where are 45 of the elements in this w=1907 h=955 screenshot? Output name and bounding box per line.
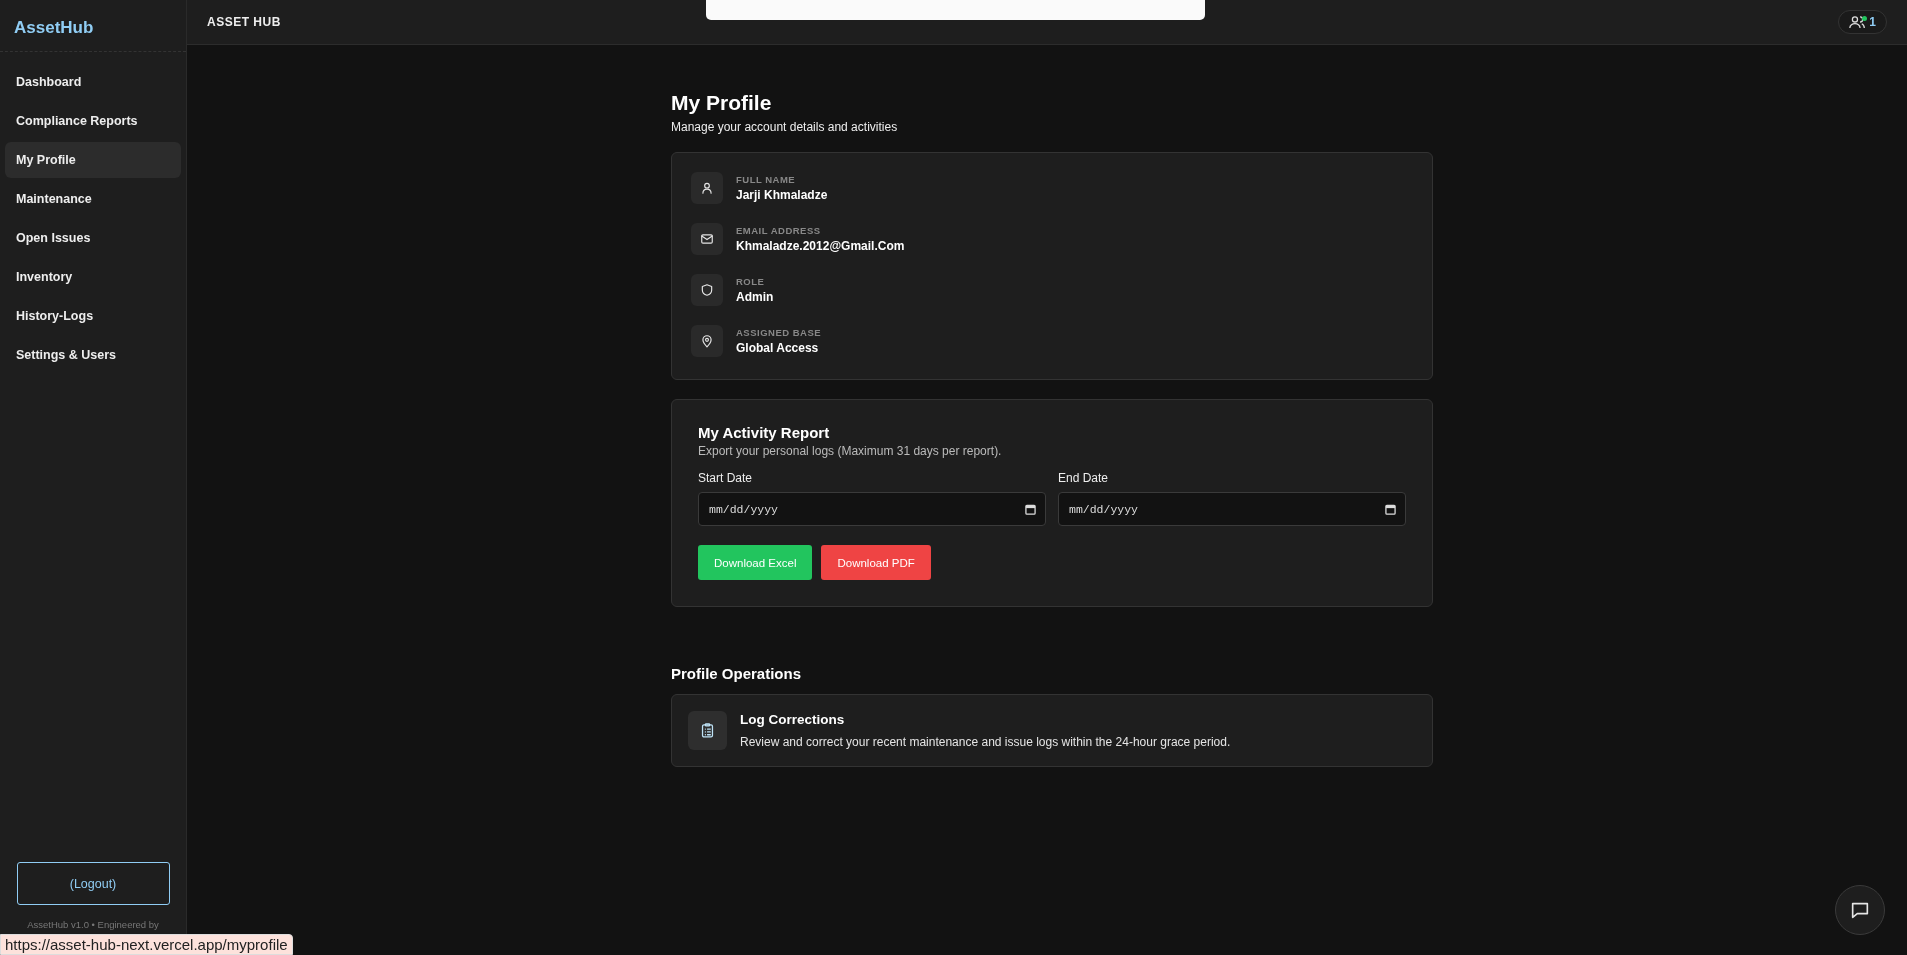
date-field[interactable]: mm/dd/yyyy	[1058, 492, 1406, 526]
operation-card[interactable]: Log Corrections Review and correct your recent maintenance and issue logs within the 24-hour grace period.	[671, 694, 1433, 767]
section-title: Profile Operations	[671, 665, 803, 682]
field-label: Start Date	[698, 471, 754, 485]
logout-button[interactable]: (Logout)	[16, 862, 170, 905]
sidebar-item[interactable]: History-Logs	[5, 298, 181, 334]
field-label: End Date	[1058, 471, 1110, 485]
field-value: Global Access	[736, 341, 820, 355]
footer-text: AssetHub v1.0 • Engineered by	[27, 919, 159, 932]
section-subtitle: Export your personal logs (Maximum 31 days per report).	[698, 444, 1003, 458]
app-logo[interactable]: AssetHub	[0, 0, 186, 52]
shield-icon	[691, 274, 723, 306]
calendar-icon	[1385, 504, 1396, 515]
operation-title: Log Corrections	[740, 712, 846, 727]
online-dot	[1862, 16, 1868, 21]
online-users-button[interactable]: 1	[1838, 10, 1887, 34]
sidebar-item[interactable]: Settings & Users	[5, 337, 181, 373]
link-url-tooltip: https://asset-hub-next.vercel.app/myprofile	[0, 934, 293, 955]
field-value: Khmaladze.2012@Gmail.Com	[736, 239, 905, 253]
location-pin-icon	[691, 325, 723, 357]
sidebar-item[interactable]: Dashboard	[5, 64, 181, 100]
header-title: ASSET HUB	[207, 15, 281, 29]
sidebar-item[interactable]: Inventory	[5, 259, 181, 295]
sidebar-item[interactable]: My Profile	[5, 142, 181, 178]
calendar-icon	[1025, 504, 1036, 515]
date-field[interactable]: mm/dd/yyyy	[698, 492, 1046, 526]
sidebar-item[interactable]: Open Issues	[5, 220, 181, 256]
field-label: FULL NAME	[736, 174, 797, 185]
page-subtitle: Manage your account details and activities	[671, 120, 899, 134]
field-value: Admin	[736, 290, 774, 304]
field-label: ROLE	[736, 276, 766, 287]
download-button[interactable]: Download PDF	[821, 545, 931, 580]
chat-button[interactable]	[1835, 885, 1885, 935]
clipboard-icon	[688, 711, 727, 750]
field-label: ASSIGNED BASE	[736, 327, 822, 338]
person-icon	[691, 172, 723, 204]
mail-icon	[691, 223, 723, 255]
operation-description: Review and correct your recent maintenance and issue logs within the 24-hour grace period.	[740, 735, 1231, 749]
users-icon	[1849, 15, 1867, 29]
section-title: My Activity Report	[698, 424, 831, 441]
sidebar-item[interactable]: Maintenance	[5, 181, 181, 217]
page-title: My Profile	[671, 91, 773, 115]
sidebar-item[interactable]: Compliance Reports	[5, 103, 181, 139]
field-label: EMAIL ADDRESS	[736, 225, 822, 236]
field-value: Jarji Khmaladze	[736, 188, 828, 202]
